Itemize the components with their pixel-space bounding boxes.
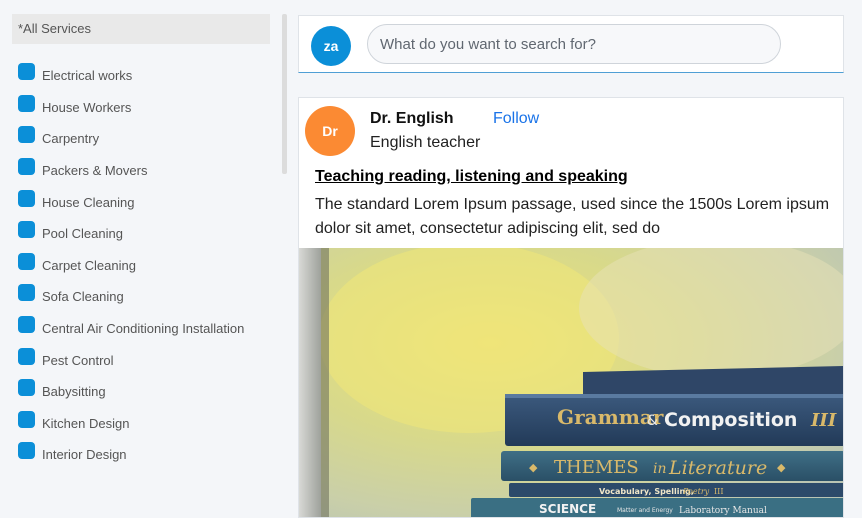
service-checkbox[interactable] (18, 158, 35, 176)
service-checkbox[interactable] (18, 252, 35, 270)
post-body: The standard Lorem Ipsum passage, used s… (315, 196, 830, 237)
service-item[interactable]: Pool Cleaning (18, 218, 270, 250)
service-item[interactable]: Central Air Conditioning Installation (18, 313, 270, 345)
book-themes-title: THEMES (554, 457, 639, 478)
service-label: Carpet Cleaning (42, 257, 136, 273)
service-label: Electrical works (42, 68, 133, 84)
service-label: Packers & Movers (42, 163, 148, 179)
service-label: Central Air Conditioning Installation (42, 321, 245, 337)
book-themes-in: in (653, 461, 667, 477)
post-card: Dr Dr. English Follow English teacher Te… (298, 97, 844, 518)
svg-text:◆: ◆ (529, 461, 538, 474)
service-checkbox[interactable] (18, 221, 35, 239)
service-item[interactable]: Carpet Cleaning (18, 250, 270, 282)
service-item[interactable]: Pest Control (18, 344, 270, 376)
service-checkbox[interactable] (18, 379, 35, 397)
author-avatar[interactable]: Dr (305, 106, 355, 156)
post-title[interactable]: Teaching reading, listening and speaking (315, 168, 628, 186)
service-label: House Workers (42, 99, 132, 115)
book-vocabulary-title: Vocabulary, Spelling, (599, 487, 694, 496)
service-label: Kitchen Design (42, 415, 130, 431)
book-themes-title-b: Literature (668, 457, 767, 479)
author-name[interactable]: Dr. English (370, 110, 454, 128)
search-input[interactable] (367, 24, 781, 64)
service-label: House Cleaning (42, 194, 135, 210)
book-grammar-title-b: Composition (664, 409, 797, 431)
service-item[interactable]: Sofa Cleaning (18, 281, 270, 313)
book-vocabulary-num: III (714, 487, 723, 496)
service-item[interactable]: House Cleaning (18, 186, 270, 218)
service-item[interactable]: Interior Design (18, 439, 270, 471)
book-science-sub: Matter and Energy (617, 507, 673, 514)
service-label: Babysitting (42, 384, 106, 400)
service-label: Sofa Cleaning (42, 289, 124, 305)
user-avatar[interactable]: za (311, 26, 351, 66)
service-item[interactable]: Carpentry (18, 123, 270, 155)
service-checkbox[interactable] (18, 63, 35, 81)
service-checkbox[interactable] (18, 284, 35, 302)
window-frame (299, 248, 321, 517)
sidebar-scrollbar[interactable] (282, 14, 287, 174)
book-vocabulary-title-b: Poetry (682, 487, 710, 496)
service-checkbox[interactable] (18, 94, 35, 112)
service-item[interactable]: Babysitting (18, 376, 270, 408)
post-image: Grammar & Composition III ◆ THEMES in Li… (299, 248, 843, 517)
service-label: Interior Design (42, 447, 127, 463)
service-checkbox[interactable] (18, 126, 35, 144)
service-checkbox[interactable] (18, 347, 35, 365)
svg-text:◆: ◆ (777, 461, 786, 474)
book-grammar-amp: & (647, 413, 658, 429)
all-services-header[interactable]: *All Services (12, 14, 270, 44)
services-sidebar: *All Services Electrical works House Work… (12, 14, 270, 471)
follow-button[interactable]: Follow (493, 110, 539, 128)
service-item[interactable]: Packers & Movers (18, 155, 270, 187)
service-checkbox[interactable] (18, 442, 35, 460)
service-checkbox[interactable] (18, 189, 35, 207)
services-list: Electrical works House Workers Carpentry Pa… (12, 60, 270, 471)
service-checkbox[interactable] (18, 410, 35, 428)
book-science-title: SCIENCE (539, 502, 596, 516)
service-item[interactable]: Kitchen Design (18, 408, 270, 440)
service-item[interactable]: Electrical works (18, 60, 270, 92)
book-science-manual: Laboratory Manual (679, 506, 767, 516)
service-label: Carpentry (42, 131, 100, 147)
books-photo: Grammar & Composition III ◆ THEMES in Li… (299, 248, 843, 517)
book-grammar-num: III (810, 410, 837, 431)
service-label: Pool Cleaning (42, 226, 123, 242)
author-role: English teacher (370, 134, 481, 151)
search-card: za (298, 15, 844, 73)
service-checkbox[interactable] (18, 316, 35, 334)
service-label: Pest Control (42, 352, 114, 368)
service-item[interactable]: House Workers (18, 92, 270, 124)
